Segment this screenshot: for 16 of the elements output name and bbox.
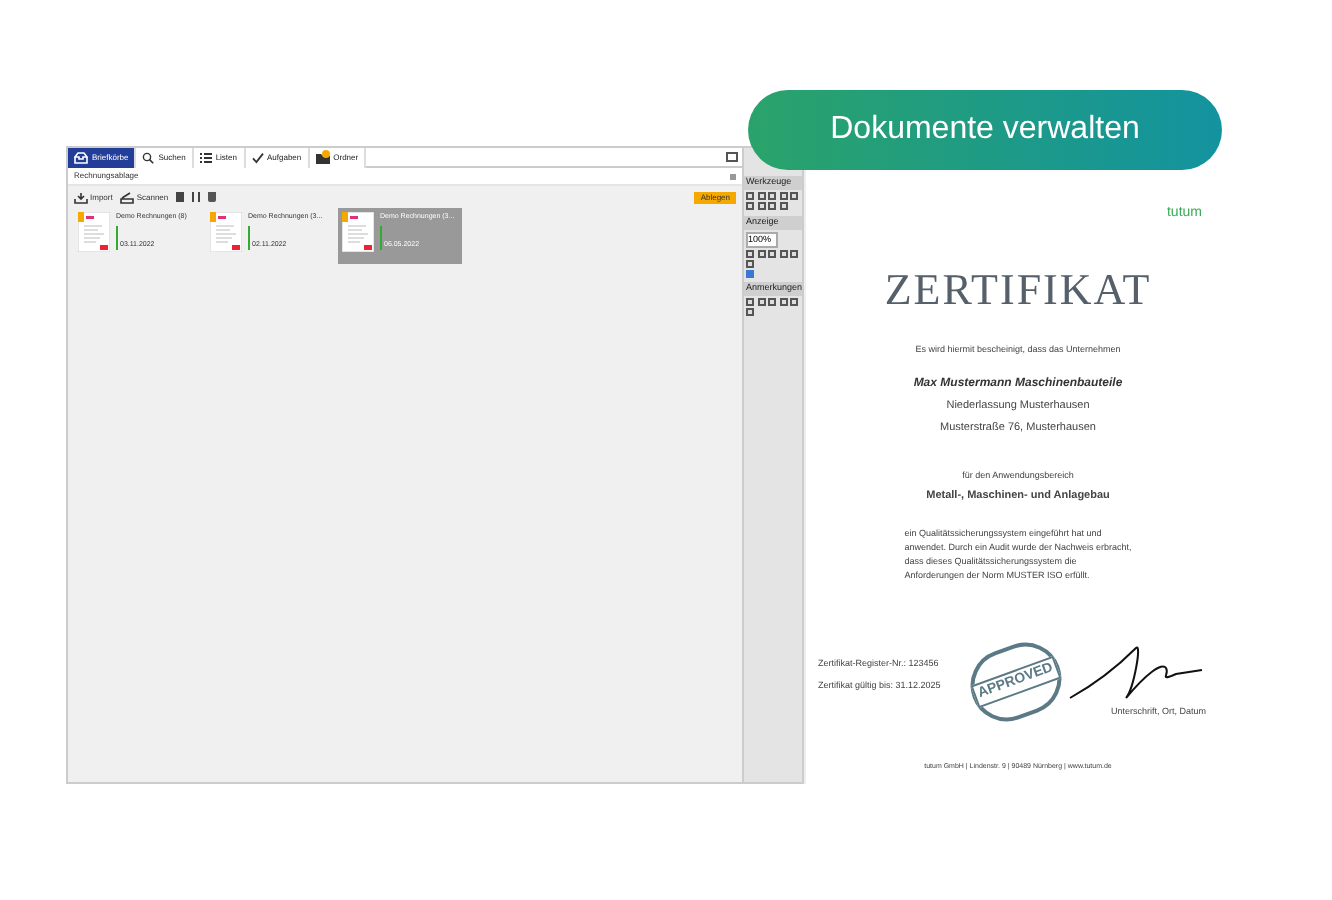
search-icon (142, 151, 155, 163)
trash-icon[interactable] (208, 192, 217, 202)
invoice-thumbnail (210, 212, 242, 252)
list-icon (199, 151, 212, 163)
checkbox[interactable] (746, 270, 754, 279)
list-view-icon[interactable] (192, 192, 201, 202)
invoice-thumbnail (78, 212, 110, 252)
scanner-icon (120, 191, 135, 203)
tray-icon (74, 191, 88, 203)
window-icon[interactable] (726, 152, 738, 162)
cta-button[interactable]: Dokumente verwalten (748, 90, 1222, 170)
inbox-icon (74, 151, 88, 163)
invoice-thumbnail (342, 212, 374, 252)
view-icon[interactable] (176, 192, 185, 202)
checkmark-icon (251, 151, 263, 163)
certificate-title: ZERTIFIKAT (884, 261, 1152, 317)
